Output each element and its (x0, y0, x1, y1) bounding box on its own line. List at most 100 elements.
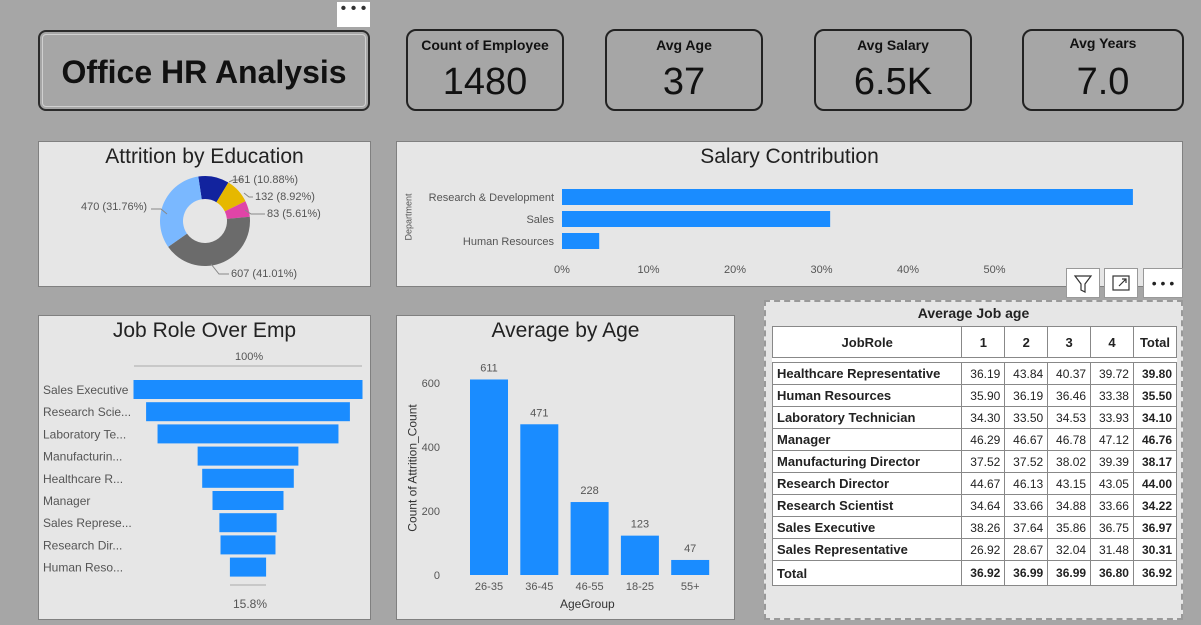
row-total-cell: 44.00 (1132, 472, 1178, 495)
value-cell: 32.04 (1047, 538, 1092, 561)
table-row[interactable]: Research Scientist 34.64 33.66 34.88 33.66 34… (771, 494, 1178, 517)
value-cell: 34.53 (1047, 406, 1092, 429)
row-total-cell: 39.80 (1132, 362, 1178, 385)
funnel-bar[interactable] (133, 380, 363, 399)
x-tick-label: 36-45 (525, 581, 553, 593)
value-cell: 35.86 (1047, 516, 1092, 539)
filter-button[interactable] (1066, 268, 1100, 298)
age-bar[interactable] (620, 535, 659, 575)
leader-line (243, 192, 253, 198)
table-row[interactable]: Manager 46.29 46.67 46.78 47.12 46.76 (771, 428, 1178, 451)
kpi-card-avg-years[interactable]: Avg Years 7.0 (1022, 29, 1184, 111)
funnel-bar[interactable] (197, 446, 299, 466)
value-cell: 46.29 (961, 428, 1006, 451)
x-tick-label: 50% (983, 264, 1005, 276)
slice-label: 470 (31.76%) (81, 201, 148, 213)
row-total-cell: 46.76 (1132, 428, 1178, 451)
funnel-category-label: Manufacturin... (43, 450, 122, 464)
donut-chart (151, 176, 265, 275)
total-value-cell: 36.92 (1132, 560, 1178, 586)
x-tick-label: 40% (897, 264, 919, 276)
age-bar[interactable] (570, 502, 609, 575)
funnel-bar[interactable] (219, 513, 277, 533)
salary-contribution-visual[interactable]: Salary Contribution Department Research … (396, 141, 1183, 287)
table-row[interactable]: Laboratory Technician 34.30 33.50 34.53 33.9… (771, 406, 1178, 429)
data-label: 47 (684, 543, 696, 555)
average-by-age-visual[interactable]: Average by Age Count of Attrition_Count … (396, 315, 735, 620)
table-row[interactable]: Sales Executive 38.26 37.64 35.86 36.75 36.97 (771, 516, 1178, 539)
row-header-cell: Sales Executive (771, 516, 963, 539)
row-total-cell: 35.50 (1132, 384, 1178, 407)
salary-bar-chart: Research & Development Sales Human Resourc… (429, 189, 1133, 276)
x-tick-label: 26-35 (475, 581, 503, 593)
column-header[interactable]: JobRole (771, 326, 963, 358)
row-header-cell: Manager (771, 428, 963, 451)
funnel-chart: Sales Executive Research Scie... Laborator… (43, 365, 363, 586)
salary-bar[interactable] (562, 233, 600, 249)
column-header[interactable]: 3 (1047, 326, 1092, 358)
y-tick-label: 0 (434, 570, 440, 582)
slice-label: 161 (10.88%) (232, 174, 299, 186)
x-tick-label: 46-55 (576, 581, 604, 593)
funnel-category-label: Laboratory Te... (43, 427, 126, 441)
row-total-cell: 34.22 (1132, 494, 1178, 517)
funnel-bar[interactable] (220, 535, 276, 555)
value-cell: 36.19 (1004, 384, 1049, 407)
average-job-age-matrix[interactable]: Average Job age JobRole 1 2 3 4 Total He… (764, 300, 1183, 620)
value-cell: 46.78 (1047, 428, 1092, 451)
kpi-card-avg-salary[interactable]: Avg Salary 6.5K (814, 29, 972, 111)
matrix-title: Average Job age (917, 305, 1030, 321)
data-label: 611 (480, 362, 498, 374)
more-options-button[interactable]: • • • (1143, 268, 1183, 298)
total-value-cell: 36.80 (1090, 560, 1134, 586)
row-header-cell: Sales Representative (771, 538, 963, 561)
value-cell: 34.64 (961, 494, 1006, 517)
table-row[interactable]: Sales Representative 26.92 28.67 32.04 31.48… (771, 538, 1178, 561)
table-row[interactable]: Research Director 44.67 46.13 43.15 43.05 44.… (771, 472, 1178, 495)
focus-mode-button[interactable] (1104, 268, 1138, 298)
salary-bar[interactable] (562, 189, 1133, 205)
total-row[interactable]: Total 36.92 36.99 36.99 36.80 36.92 (771, 560, 1178, 586)
column-header[interactable]: 4 (1090, 326, 1134, 358)
column-header[interactable]: 1 (961, 326, 1006, 358)
kpi-label: Avg Salary (857, 37, 929, 53)
salary-bar[interactable] (562, 211, 831, 227)
visual-more-options-button[interactable]: • • • (337, 0, 370, 27)
age-bar[interactable] (520, 424, 559, 575)
kpi-label: Avg Years (1069, 35, 1137, 51)
kpi-value: 6.5K (853, 61, 933, 103)
report-title-card: Office HR Analysis (38, 30, 370, 111)
value-cell: 38.26 (961, 516, 1006, 539)
table-row[interactable]: Human Resources 35.90 36.19 36.46 33.38 35.50 (771, 384, 1178, 407)
value-cell: 33.38 (1090, 384, 1134, 407)
row-header-cell: Research Scientist (771, 494, 963, 517)
funnel-bar[interactable] (202, 468, 294, 488)
table-row[interactable]: Healthcare Representative 36.19 43.84 40.37… (771, 362, 1178, 385)
funnel-bar[interactable] (212, 491, 284, 510)
matrix-table: JobRole 1 2 3 4 Total Healthcare Represe… (771, 326, 1178, 586)
column-header[interactable]: 2 (1004, 326, 1049, 358)
data-label: 123 (631, 519, 649, 531)
funnel-bar[interactable] (146, 402, 350, 422)
x-tick-label: 55+ (681, 581, 700, 593)
value-cell: 38.02 (1047, 450, 1092, 473)
donut-slice[interactable] (160, 176, 202, 247)
value-cell: 39.72 (1090, 362, 1134, 385)
kpi-value: 7.0 (1076, 61, 1130, 103)
row-header-cell: Laboratory Technician (771, 406, 963, 429)
age-bar[interactable] (470, 379, 508, 575)
more-icon: • • • (340, 0, 367, 17)
kpi-card-avg-age[interactable]: Avg Age 37 (605, 29, 763, 111)
row-header-cell: Human Resources (771, 384, 963, 407)
value-cell: 37.52 (1004, 450, 1049, 473)
column-header[interactable]: Total (1132, 326, 1178, 358)
job-role-funnel-visual[interactable]: Job Role Over Emp 100% 15.8% Sales Execu… (38, 315, 371, 620)
kpi-card-employee-count[interactable]: Count of Employee 1480 (406, 29, 564, 111)
table-row[interactable]: Manufacturing Director 37.52 37.52 38.02 39.… (771, 450, 1178, 473)
age-bar[interactable] (671, 559, 710, 575)
slice-label: 607 (41.01%) (231, 268, 298, 280)
funnel-bar[interactable] (229, 557, 267, 577)
more-icon: • • • (1151, 275, 1175, 291)
attrition-by-education-visual[interactable]: Attrition by Education 470 (31.76%) 161 … (38, 141, 371, 287)
funnel-bar[interactable] (157, 424, 339, 444)
